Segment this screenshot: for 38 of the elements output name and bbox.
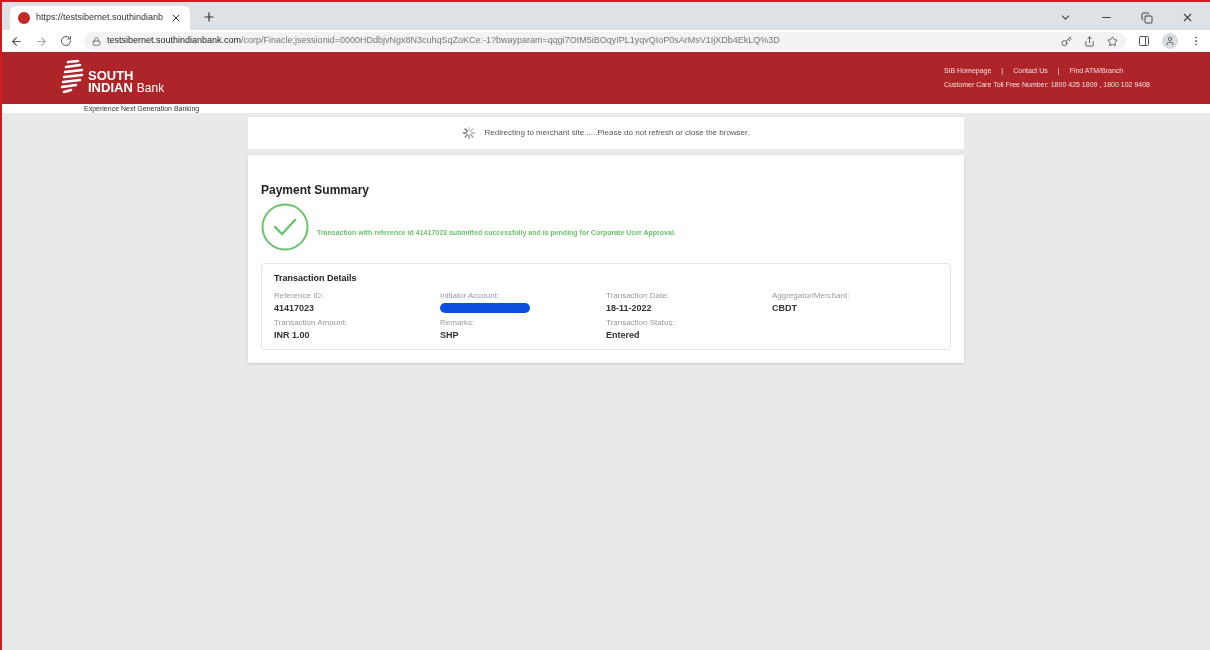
field-value: 18-11-2022 <box>606 301 653 315</box>
loading-spinner-icon <box>462 126 477 140</box>
field-label: Transaction Amount: <box>274 317 349 329</box>
star-icon[interactable] <box>1107 35 1118 47</box>
restore-icon[interactable] <box>1141 11 1153 24</box>
lock-icon <box>92 36 101 46</box>
logo-text: SOUTH <box>88 70 135 82</box>
profile-avatar-icon[interactable] <box>1162 33 1178 49</box>
summary-title: Payment Summary <box>261 182 371 199</box>
site-favicon-icon <box>18 12 30 24</box>
close-icon[interactable] <box>170 12 182 24</box>
browser-tab[interactable]: https://testsibernet.southindianb <box>10 6 190 30</box>
field-label: Transaction Date: <box>606 289 670 302</box>
field-value: 41417023 <box>274 301 316 315</box>
url-text: testsibernet.southindianbank.com/corp/Finacle;jsessionid=0000HDdbjvNgx8N3cuhqSqZoKCe:-1?bwayparam=qqgi7OtM5iBOqyIPL1yqvQIoP0sArMsV1IjXDb4EkLQ%3D <box>107 34 780 48</box>
redirect-notice: Redirecting to merchant site .....Please do not refresh or close the browser. <box>484 127 750 139</box>
field-value: INR 1.00 <box>274 329 311 342</box>
field-label: Initiator Account: <box>440 289 501 302</box>
close-window-icon[interactable] <box>1181 11 1194 24</box>
field-value: Entered <box>606 329 641 342</box>
tab-title: https://testsibernet.southindianb <box>36 11 164 25</box>
field-label: Remarks: <box>440 317 476 329</box>
field-label: Reference ID: <box>274 289 325 302</box>
side-panel-icon[interactable] <box>1138 35 1150 47</box>
share-icon[interactable] <box>1084 35 1095 47</box>
new-tab-icon[interactable] <box>202 10 216 24</box>
field-label: Transaction Status: <box>606 317 676 329</box>
details-title: Transaction Details <box>274 272 358 285</box>
logo-text: Bank <box>136 82 165 94</box>
field-value: CBDT <box>772 301 798 315</box>
logo-text: INDIAN <box>88 82 133 94</box>
field-value: SHP <box>440 329 460 342</box>
field-label: Aggregator/Merchant: <box>772 289 851 302</box>
back-icon[interactable] <box>10 34 23 48</box>
reload-icon[interactable] <box>60 35 72 47</box>
success-check-icon <box>261 203 309 251</box>
address-bar[interactable]: testsibernet.southindianbank.com/corp/Finacle;jsessionid=0000HDdbjvNgx8N3cuhqSqZoKCe:-1?bwayparam=qqgi7OtM5iBOqyIPL1yqvQIoP0sArMsV1IjXDb4EkLQ%3D <box>84 32 1126 50</box>
key-icon[interactable] <box>1061 35 1072 47</box>
